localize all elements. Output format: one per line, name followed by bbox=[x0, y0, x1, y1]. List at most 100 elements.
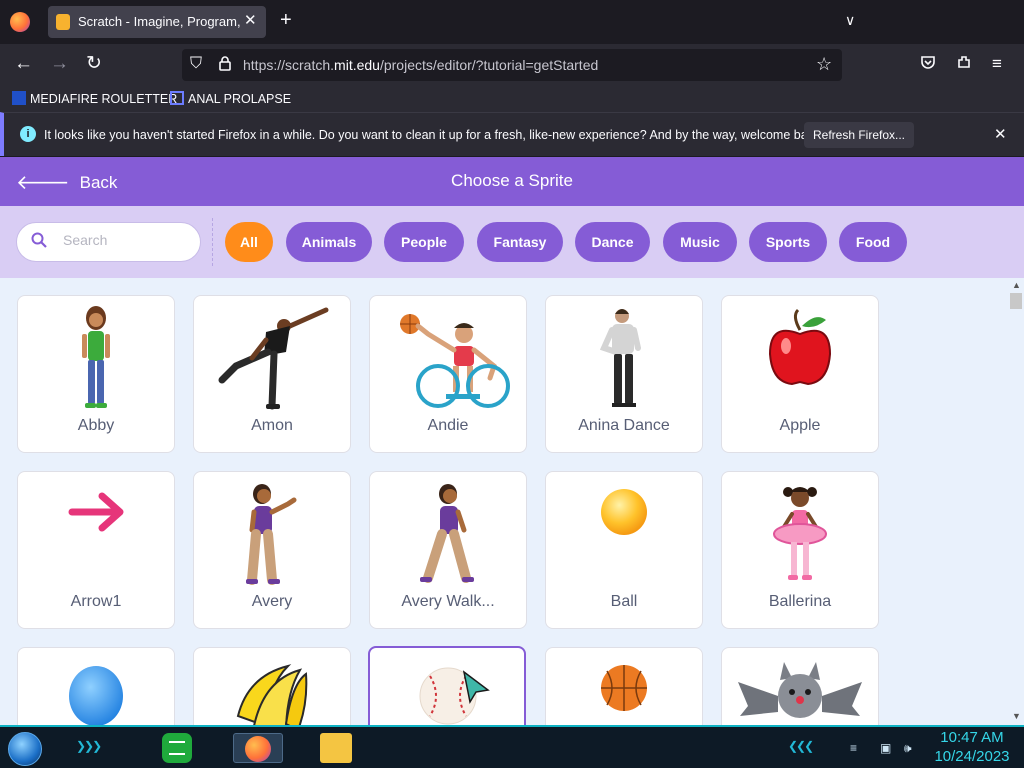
scratch-favicon-icon bbox=[56, 14, 70, 30]
sprite-card-ballerina[interactable]: Ballerina bbox=[721, 471, 879, 629]
library-header: 🡐 Back Choose a Sprite bbox=[0, 157, 1024, 206]
bookmarks-toolbar: MEDIAFIRE ROULETTER ANAL PROLAPSE bbox=[0, 86, 1024, 112]
blue-balloon-icon bbox=[69, 666, 123, 725]
search-input[interactable] bbox=[63, 232, 193, 248]
list-all-tabs-icon[interactable]: ∨ bbox=[845, 12, 855, 29]
girl-standing-icon bbox=[82, 306, 110, 408]
ballerina-icon bbox=[773, 487, 827, 580]
sprite-card-balloon[interactable] bbox=[17, 647, 175, 725]
sprite-card-bananas[interactable] bbox=[193, 647, 351, 725]
sprite-card-baseball[interactable] bbox=[368, 646, 526, 725]
sprite-card-andie[interactable]: Andie bbox=[369, 295, 527, 453]
refresh-notification-bar: i It looks like you haven't started Fire… bbox=[0, 112, 1024, 156]
sprite-card-avery-walking[interactable]: Avery Walk... bbox=[369, 471, 527, 629]
grid-scrollbar[interactable]: ▲ ▼ bbox=[1008, 278, 1024, 725]
sprite-card-basketball[interactable] bbox=[545, 647, 703, 725]
clock-time[interactable]: 10:47 AM bbox=[930, 729, 1014, 746]
tag-people[interactable]: People bbox=[384, 222, 464, 262]
url-prefix: https://scratch. bbox=[243, 57, 335, 73]
notes-app-icon[interactable] bbox=[162, 733, 192, 763]
tag-fantasy[interactable]: Fantasy bbox=[477, 222, 563, 262]
close-notification-icon[interactable]: ✕ bbox=[994, 125, 1007, 143]
sprite-name: Avery bbox=[251, 593, 293, 610]
scroll-up-icon[interactable]: ▲ bbox=[1012, 280, 1021, 290]
shield-icon[interactable]: ⛉ bbox=[190, 55, 202, 73]
firefox-menu-icon[interactable] bbox=[10, 12, 30, 32]
sprite-card-avery[interactable]: Avery bbox=[193, 471, 351, 629]
sprite-name: Anina Dance bbox=[578, 417, 670, 434]
sprite-grid: Abby Amon Andie Anina Dance Apple Arrow1… bbox=[0, 278, 1024, 725]
search-box[interactable] bbox=[16, 222, 201, 262]
volume-icon[interactable]: 🕪 bbox=[904, 741, 912, 756]
network-icon[interactable]: ▣ bbox=[880, 741, 891, 755]
sprite-card-anina-dance[interactable]: Anina Dance bbox=[545, 295, 703, 453]
tab-title: Scratch - Imagine, Program, Sh bbox=[78, 14, 242, 29]
url-host: mit.edu bbox=[334, 57, 380, 73]
sprite-name: Ballerina bbox=[768, 593, 832, 610]
firefox-logo-icon bbox=[245, 736, 271, 762]
bookmark-mediafire[interactable]: MEDIAFIRE ROULETTER bbox=[12, 91, 177, 106]
decor-chevrons-icon: ❯❯❯ bbox=[76, 739, 102, 753]
firefox-taskbar-icon[interactable] bbox=[233, 733, 283, 763]
library-title: Choose a Sprite bbox=[451, 171, 573, 190]
refresh-firefox-button[interactable]: Refresh Firefox... bbox=[804, 122, 914, 148]
back-arrow-icon[interactable]: ← bbox=[14, 54, 33, 74]
notification-text: It looks like you haven't started Firefo… bbox=[44, 128, 824, 142]
man-dancing-icon bbox=[218, 307, 329, 410]
sprite-name: Avery Walk... bbox=[401, 593, 495, 610]
sprite-card-ball[interactable]: Ball bbox=[545, 471, 703, 629]
browser-tab-bar: Scratch - Imagine, Program, Sh ✕ + ∨ bbox=[0, 0, 1024, 44]
filter-divider bbox=[212, 218, 213, 266]
clock-date[interactable]: 10/24/2023 bbox=[930, 748, 1014, 765]
bookmark-star-icon[interactable]: ☆ bbox=[816, 54, 832, 75]
girl-waving-icon bbox=[246, 484, 297, 585]
reload-icon[interactable]: ↻ bbox=[86, 54, 102, 74]
sprite-name: Amon bbox=[251, 417, 293, 434]
bat-icon bbox=[738, 662, 862, 718]
browser-tab-scratch[interactable]: Scratch - Imagine, Program, Sh ✕ bbox=[48, 6, 266, 38]
notes-lines bbox=[169, 741, 185, 755]
sprite-name: Ball bbox=[610, 593, 638, 610]
hamburger-menu-icon[interactable]: ≡ bbox=[992, 54, 1002, 74]
bookmark-label: ANAL PROLAPSE bbox=[188, 92, 292, 106]
tag-dance[interactable]: Dance bbox=[575, 222, 650, 262]
tag-animals[interactable]: Animals bbox=[286, 222, 372, 262]
os-taskbar: ❯❯❯ ❮❮❮ ≡ ▣ 🕪 10:47 AM 10/24/2023 bbox=[0, 725, 1024, 768]
sprite-card-abby[interactable]: Abby bbox=[17, 295, 175, 453]
scroll-thumb[interactable] bbox=[1010, 293, 1022, 309]
url-path: /projects/editor/?tutorial=getStarted bbox=[379, 57, 599, 73]
sprite-name: Abby bbox=[77, 417, 115, 434]
tag-food[interactable]: Food bbox=[839, 222, 907, 262]
yellow-ball-icon bbox=[601, 489, 647, 535]
url-bar[interactable]: ⛉ https://scratch.mit.edu/projects/edito… bbox=[182, 49, 842, 81]
lock-icon[interactable] bbox=[218, 55, 232, 75]
tag-sports[interactable]: Sports bbox=[749, 222, 827, 262]
tray-grip-icon: ≡ bbox=[850, 741, 858, 755]
tag-all[interactable]: All bbox=[225, 222, 273, 262]
url-text[interactable]: https://scratch.mit.edu/projects/editor/… bbox=[243, 57, 598, 73]
bookmark-label: MEDIAFIRE ROULETTER bbox=[30, 92, 178, 106]
file-explorer-icon[interactable] bbox=[320, 733, 352, 763]
start-button[interactable] bbox=[8, 732, 42, 766]
sprite-card-bat[interactable] bbox=[721, 647, 879, 725]
scroll-down-icon[interactable]: ▼ bbox=[1012, 711, 1021, 721]
pocket-icon[interactable] bbox=[920, 54, 936, 75]
sprite-card-apple[interactable]: Apple bbox=[721, 295, 879, 453]
sigma-icon bbox=[170, 91, 184, 105]
sprite-card-arrow1[interactable]: Arrow1 bbox=[17, 471, 175, 629]
girl-walking-icon bbox=[420, 484, 474, 583]
woman-dancing-icon bbox=[599, 309, 641, 407]
bookmark-second[interactable]: ANAL PROLAPSE bbox=[170, 91, 291, 106]
tag-music[interactable]: Music bbox=[663, 222, 737, 262]
tab-close-icon[interactable]: ✕ bbox=[244, 11, 257, 29]
decor-chevrons-icon: ❮❮❮ bbox=[788, 739, 814, 753]
pink-arrow-icon bbox=[68, 492, 124, 532]
sprite-card-amon[interactable]: Amon bbox=[193, 295, 351, 453]
extensions-icon[interactable] bbox=[956, 54, 972, 75]
wheelchair-basketball-icon bbox=[400, 314, 510, 408]
filter-bar: All Animals People Fantasy Dance Music S… bbox=[0, 206, 1024, 278]
info-icon: i bbox=[20, 126, 36, 142]
bananas-icon bbox=[236, 664, 308, 725]
forward-arrow-icon[interactable]: → bbox=[50, 54, 69, 74]
new-tab-icon[interactable]: + bbox=[280, 10, 292, 30]
